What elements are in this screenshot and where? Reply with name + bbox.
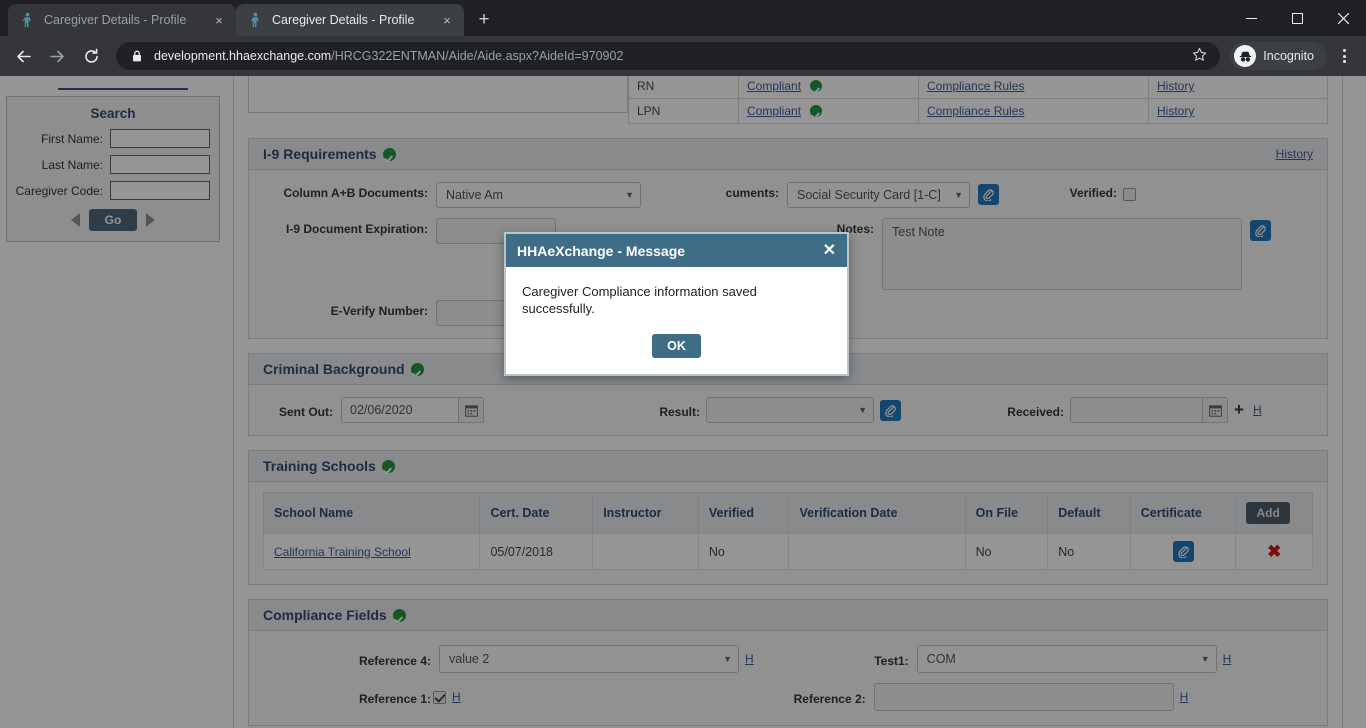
close-window-icon[interactable]	[1320, 0, 1366, 36]
reload-icon[interactable]	[76, 41, 106, 71]
browser-menu-icon[interactable]	[1330, 42, 1358, 70]
hhaexchange-favicon	[22, 12, 31, 27]
url-host: development.hhaexchange.com	[154, 49, 332, 63]
tab-strip: Caregiver Details - Profile × Caregiver …	[0, 0, 1366, 36]
dialog-header: HHAeXchange - Message ✕	[506, 234, 847, 267]
window-controls	[1228, 0, 1366, 36]
hhaexchange-favicon	[250, 12, 259, 27]
dialog-title: HHAeXchange - Message	[517, 242, 686, 259]
maximize-icon[interactable]	[1274, 0, 1320, 36]
url-path: /HRCG322ENTMAN/Aide/Aide.aspx?AideId=970…	[331, 49, 624, 63]
lock-icon	[133, 50, 141, 62]
browser-tab-1[interactable]: Caregiver Details - Profile ×	[8, 4, 236, 36]
tab-title: Caregiver Details - Profile	[44, 13, 187, 27]
tab-close-icon[interactable]: ×	[210, 11, 228, 29]
forward-icon[interactable]	[42, 41, 72, 71]
message-dialog: HHAeXchange - Message ✕ Caregiver Compli…	[504, 232, 849, 376]
ok-button[interactable]: OK	[652, 333, 701, 358]
back-icon[interactable]	[8, 41, 38, 71]
dialog-body: Caregiver Compliance information saved s…	[506, 267, 847, 324]
url-text: development.hhaexchange.com/HRCG322ENTMA…	[154, 49, 1188, 63]
browser-window: Caregiver Details - Profile × Caregiver …	[0, 0, 1366, 728]
modal-overlay[interactable]	[0, 76, 1366, 728]
minimize-icon[interactable]	[1228, 0, 1274, 36]
tab-close-icon[interactable]: ×	[438, 11, 456, 29]
address-bar[interactable]: development.hhaexchange.com/HRCG322ENTMA…	[116, 42, 1221, 70]
incognito-label: Incognito	[1263, 49, 1314, 63]
tab-title: Caregiver Details - Profile	[272, 13, 415, 27]
bookmark-star-icon[interactable]	[1188, 47, 1210, 65]
incognito-avatar-icon	[1234, 45, 1257, 67]
dialog-message: Caregiver Compliance information saved s…	[522, 284, 757, 317]
page-viewport: Search First Name: Last Name: Caregiver …	[0, 76, 1366, 728]
new-tab-button[interactable]: +	[470, 6, 498, 34]
browser-tab-2[interactable]: Caregiver Details - Profile ×	[236, 4, 464, 36]
dialog-footer: OK	[506, 324, 847, 374]
incognito-indicator[interactable]: Incognito	[1230, 42, 1326, 70]
browser-toolbar: development.hhaexchange.com/HRCG322ENTMA…	[0, 36, 1366, 76]
close-icon[interactable]: ✕	[823, 242, 836, 259]
